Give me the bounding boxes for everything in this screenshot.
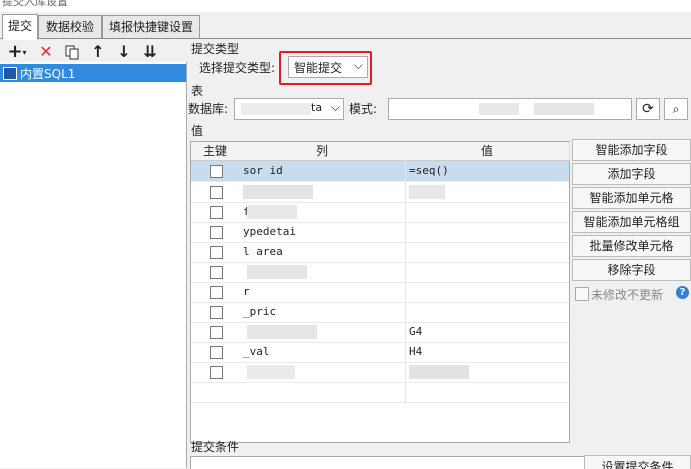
sort-button[interactable]: ⇊ (140, 42, 160, 62)
table-row[interactable]: _pric (191, 302, 569, 323)
smart-add-cell-group-button[interactable]: 智能添加单元格组 (572, 211, 691, 233)
table-row[interactable] (191, 382, 569, 403)
primary-key-checkbox[interactable] (210, 206, 223, 219)
left-toolbar: +▾ ✕ ↑ ↓ ⇊ (0, 40, 186, 62)
row-column: _pric (243, 305, 277, 318)
remove-field-button[interactable]: 移除字段 (572, 259, 691, 281)
primary-key-checkbox[interactable] (210, 246, 223, 259)
delete-button[interactable]: ✕ (36, 42, 56, 62)
sort-down-icon: ⇊ (143, 42, 157, 61)
smart-add-field-button[interactable]: 智能添加字段 (572, 139, 691, 161)
row-column: _val (243, 345, 270, 358)
smart-add-cell-button[interactable]: 智能添加单元格 (572, 187, 691, 209)
row-column: l area (243, 245, 283, 258)
table-row[interactable]: _val H4 (191, 342, 569, 363)
table-row[interactable]: sor id =seq() (191, 161, 569, 182)
database-label: 数据库: (188, 102, 229, 116)
tab-data-validation[interactable]: 数据校验 (38, 15, 102, 38)
highlight-box (279, 51, 372, 85)
conditions-field[interactable] (190, 456, 585, 469)
submit-type-label: 选择提交类型: (199, 61, 276, 75)
primary-key-checkbox[interactable] (210, 266, 223, 279)
schema-label: 模式: (349, 102, 378, 116)
window-titlebar: 提交入库设置 (0, 0, 691, 12)
primary-key-checkbox[interactable] (210, 366, 223, 379)
window-title: 提交入库设置 (2, 0, 68, 8)
move-down-button[interactable]: ↓ (114, 42, 134, 62)
arrow-up-icon: ↑ (91, 42, 105, 61)
column-header-value[interactable]: 值 (405, 142, 570, 161)
tab-bar: 提交 数据校验 填报快捷键设置 (0, 12, 691, 40)
row-value: G4 (409, 325, 423, 338)
table-row[interactable]: r (191, 282, 569, 303)
add-field-button[interactable]: 添加字段 (572, 163, 691, 185)
table-row[interactable]: ypedetai (191, 222, 569, 243)
primary-key-checkbox[interactable] (210, 165, 223, 178)
row-column: ypedetai (243, 225, 296, 238)
refresh-icon: ⟳ (642, 101, 654, 117)
conditions-section-label: 提交条件 (191, 440, 240, 454)
batch-modify-cell-button[interactable]: 批量修改单元格 (572, 235, 691, 257)
table-row[interactable]: l area (191, 242, 569, 263)
tab-shortcut-settings[interactable]: 填报快捷键设置 (102, 15, 200, 38)
tab-data-validation-label: 数据校验 (45, 20, 94, 34)
red-x-icon: ✕ (39, 42, 53, 61)
tab-submit[interactable]: 提交 (2, 14, 38, 40)
table-icon (3, 67, 17, 80)
row-value: =seq() (409, 164, 449, 177)
table-name-field[interactable] (388, 98, 632, 120)
database-value: ta (311, 101, 323, 114)
primary-key-checkbox[interactable] (210, 306, 223, 319)
table-section-label: 表 (191, 84, 204, 98)
column-header-column[interactable]: 列 (239, 142, 406, 161)
tab-submit-label: 提交 (7, 19, 32, 33)
column-header-key[interactable]: 主键 (191, 142, 240, 161)
primary-key-checkbox[interactable] (210, 346, 223, 359)
values-section-label: 值 (191, 124, 204, 138)
database-select[interactable]: ta ⌵ (234, 98, 344, 120)
set-conditions-button[interactable]: 设置提交条件 (584, 455, 691, 469)
plus-dropdown-icon: + (7, 41, 23, 62)
tab-shortcut-settings-label: 填报快捷键设置 (108, 20, 193, 34)
chevron-down-icon: ⌵ (330, 100, 340, 114)
settings-panel: 提交类型 选择提交类型: 智能提交 ⌵ 表 数据库: ta ⌵ 模式: ⟳ ⌕ … (188, 40, 691, 469)
search-icon: ⌕ (672, 102, 680, 116)
refresh-button[interactable]: ⟳ (636, 98, 660, 120)
tree-item-label: 内置SQL1 (20, 67, 76, 81)
copy-button[interactable] (62, 42, 82, 62)
move-up-button[interactable]: ↑ (88, 42, 108, 62)
add-button[interactable]: +▾ (2, 42, 32, 62)
no-update-unmodified-label: 未修改不更新 (591, 288, 664, 302)
search-table-button[interactable]: ⌕ (664, 98, 688, 120)
values-table: 主键 列 值 sor id=seq() f ypedetai l area r … (190, 141, 570, 443)
tree-item-builtin-sql[interactable]: 内置SQL1 (0, 64, 186, 82)
row-value: H4 (409, 345, 423, 358)
primary-key-checkbox[interactable] (210, 286, 223, 299)
row-column: r (243, 285, 250, 298)
primary-key-checkbox[interactable] (210, 226, 223, 239)
arrow-down-icon: ↓ (117, 42, 131, 61)
submit-type-section-label: 提交类型 (191, 42, 240, 56)
help-icon[interactable]: ? (676, 286, 689, 299)
primary-key-checkbox[interactable] (210, 326, 223, 339)
no-update-unmodified-checkbox[interactable] (575, 287, 589, 301)
primary-key-checkbox[interactable] (210, 186, 223, 199)
copy-icon (65, 45, 79, 60)
sql-tree: 内置SQL1 (0, 62, 187, 468)
row-column: sor id (243, 164, 283, 177)
